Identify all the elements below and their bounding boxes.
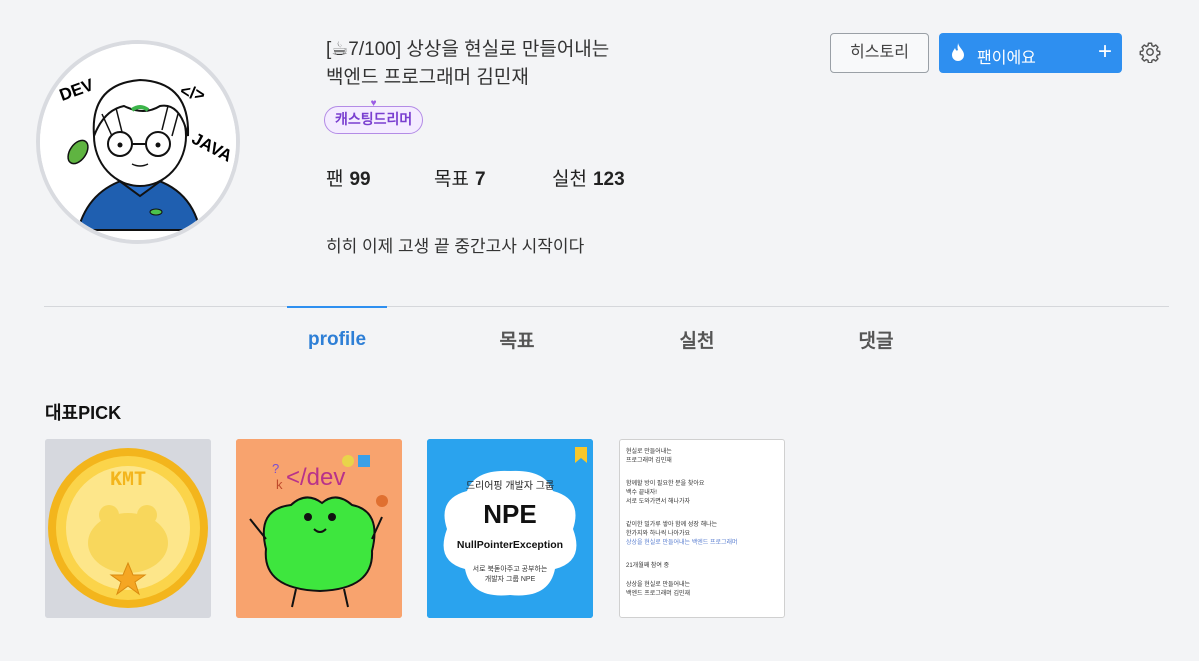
screenshot-line-8: 상상을 현실로 만들어내는 백엔드 프로그래머 xyxy=(626,540,738,546)
npe-sub1-text: 서로 북돋아주고 공부하는 xyxy=(473,564,548,573)
badge-label: 캐스팅드리머 xyxy=(335,111,413,127)
frog-dev-text: </dev xyxy=(286,464,345,491)
profile-bio: 히히 이제 고생 끝 중간고사 시작이다 xyxy=(326,237,585,256)
stat-goals[interactable]: 목표 7 xyxy=(434,164,486,191)
npe-top-text: 드리어핑 개발자 그룹 xyxy=(466,480,554,492)
screenshot-line-9: 21개월째 참여 중 xyxy=(626,563,670,569)
coin-text: KMT xyxy=(110,469,146,492)
tabs-divider xyxy=(44,306,1169,307)
pick-card-coin[interactable]: KMT xyxy=(45,439,211,618)
pick-section-title: 대표PICK xyxy=(45,403,122,423)
svg-text:k: k xyxy=(276,477,283,492)
tab-practice[interactable]: 실천 xyxy=(637,326,757,353)
gear-icon[interactable] xyxy=(1139,41,1161,64)
profile-title: [☕7/100] 상상을 현실로 만들어내는 백엔드 프로그래머 김민재 xyxy=(326,36,746,92)
svg-text:?: ? xyxy=(272,461,279,476)
stat-goals-value: 7 xyxy=(474,169,486,190)
plus-icon: + xyxy=(1097,38,1112,65)
screenshot-line-10: 상상을 현실로 만들어내는 xyxy=(626,582,691,588)
screenshot-line-11: 백엔드 프로그래머 김민재 xyxy=(626,591,691,597)
screenshot-line-5: 서로 도와가면서 해나가자 xyxy=(626,499,691,505)
casting-dreamer-badge: ♥ 캐스팅드리머 xyxy=(324,99,424,134)
heart-icon: ♥ xyxy=(370,98,377,109)
stat-fans[interactable]: 팬 99 xyxy=(326,164,371,191)
stat-fans-label: 팬 xyxy=(326,169,344,190)
screenshot-line-6: 같이한 밀가루 쌓아 함께 성장 해나는 xyxy=(626,522,718,528)
profile-title-line2: 백엔드 프로그래머 김민재 xyxy=(326,67,529,88)
fire-icon xyxy=(951,43,965,66)
fan-button[interactable]: 팬이에요 + xyxy=(939,33,1122,73)
active-tab-indicator xyxy=(287,306,387,308)
tab-comments[interactable]: 댓글 xyxy=(816,326,936,353)
history-button[interactable]: 히스토리 xyxy=(830,33,929,73)
profile-title-line1: [☕7/100] 상상을 현실로 만들어내는 xyxy=(326,39,610,60)
screenshot-line-2: 프로그래머 김민재 xyxy=(626,458,672,464)
stat-practice-label: 실천 xyxy=(552,169,587,190)
screenshot-line-1: 현실로 만들어내는 xyxy=(626,449,672,455)
npe-sub2-text: 개발자 그룹 NPE xyxy=(485,574,536,583)
profile-avatar[interactable]: DEV </> JAVA xyxy=(36,40,240,244)
stat-practice[interactable]: 실천 123 xyxy=(552,164,625,191)
tab-profile[interactable]: profile xyxy=(277,329,397,351)
pick-card-npe[interactable]: 드리어핑 개발자 그룹 NPE NullPointerException 서로 … xyxy=(427,439,593,618)
fan-button-label: 팬이에요 xyxy=(977,50,1036,67)
screenshot-line-7: 한가지와 하나씩 나아가요 xyxy=(626,531,691,537)
stat-fans-value: 99 xyxy=(349,169,371,190)
npe-big-text: NPE xyxy=(483,499,536,529)
screenshot-line-3: 함께할 방이 필요한 분을 찾아요 xyxy=(626,481,705,487)
pick-card-screenshot[interactable]: 현실로 만들어내는 프로그래머 김민재 함께할 방이 필요한 분을 찾아요 백수… xyxy=(619,439,785,618)
npe-banner-text: NullPointerException xyxy=(457,539,563,551)
screenshot-line-4: 백수 끝내자! xyxy=(626,490,657,496)
stat-practice-value: 123 xyxy=(592,169,625,190)
pick-card-frog[interactable]: ? k </dev xyxy=(236,439,402,618)
stat-goals-label: 목표 xyxy=(434,169,469,190)
tab-goals[interactable]: 목표 xyxy=(457,326,577,353)
